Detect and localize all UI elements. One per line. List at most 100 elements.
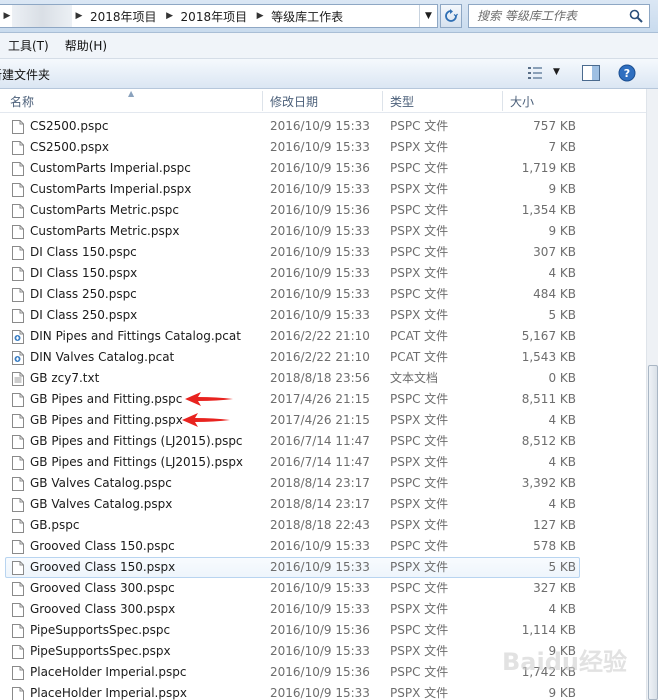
chevron-right-icon[interactable]: ▶	[253, 11, 267, 21]
file-name[interactable]: GB Pipes and Fitting.pspx	[30, 410, 183, 431]
file-date: 2016/10/9 15:33	[270, 119, 370, 133]
file-name[interactable]: GB Valves Catalog.pspx	[30, 494, 172, 515]
file-type: 文本文档	[390, 371, 439, 385]
file-name[interactable]: DI Class 150.pspc	[30, 242, 137, 263]
chevron-right-icon[interactable]: ▶	[72, 11, 86, 21]
baidu-watermark-logo: Baidu经验	[502, 648, 627, 676]
file-name[interactable]: DI Class 250.pspc	[30, 284, 137, 305]
menu-help[interactable]: 帮助(H)	[65, 37, 107, 54]
file-name[interactable]: CS2500.pspc	[30, 116, 108, 137]
file-name[interactable]: DIN Valves Catalog.pcat	[30, 347, 174, 368]
file-type: PSPC 文件	[390, 476, 449, 490]
file-type: PSPC 文件	[390, 434, 449, 448]
file-name[interactable]: PlaceHolder Imperial.pspc	[30, 662, 186, 683]
file-size: 9 KB	[548, 224, 576, 238]
column-type[interactable]: 类型	[384, 89, 502, 113]
view-dropdown-icon[interactable]: ▼	[553, 67, 560, 77]
file-row[interactable]: Grooved Class 300.pspx 2016/10/9 15:33 PSP…	[0, 599, 646, 620]
file-name[interactable]: PlaceHolder Imperial.pspx	[30, 683, 187, 700]
file-row[interactable]: DI Class 150.pspx 2016/10/9 15:33 PSPX 文件 4…	[0, 263, 646, 284]
file-row[interactable]: Grooved Class 150.pspc 2016/10/9 15:33 PSP…	[0, 536, 646, 557]
file-row[interactable]: CustomParts Imperial.pspx 2016/10/9 15:33…	[0, 179, 646, 200]
file-name[interactable]: Grooved Class 150.pspx	[30, 557, 175, 578]
breadcrumb-item-1[interactable]: 2018年项目	[86, 5, 163, 27]
search-icon[interactable]	[629, 9, 643, 23]
file-name[interactable]: CustomParts Imperial.pspx	[30, 179, 191, 200]
column-divider[interactable]	[382, 91, 383, 111]
file-name[interactable]: CustomParts Metric.pspx	[30, 221, 179, 242]
file-date: 2016/10/9 15:33	[270, 644, 370, 658]
file-row[interactable]: DIN Pipes and Fittings Catalog.pcat 2016/…	[0, 326, 646, 347]
chevron-right-icon[interactable]: ▶	[163, 11, 177, 21]
file-name[interactable]: DI Class 150.pspx	[30, 263, 137, 284]
breadcrumb-label[interactable]: 2018年项目	[177, 8, 254, 25]
file-name[interactable]: GB zcy7.txt	[30, 368, 99, 389]
file-row[interactable]: DI Class 150.pspc 2016/10/9 15:33 PSPC 文件 3…	[0, 242, 646, 263]
file-row[interactable]: Grooved Class 150.pspx 2016/10/9 15:33 PSP…	[0, 557, 646, 578]
address-dropdown-button[interactable]: ▼	[419, 5, 437, 27]
file-size: 8,511 KB	[521, 392, 576, 406]
file-row[interactable]: CustomParts Metric.pspc 2016/10/9 15:36 PS…	[0, 200, 646, 221]
vertical-scrollbar[interactable]	[646, 89, 658, 700]
file-name[interactable]: GB Valves Catalog.pspc	[30, 473, 172, 494]
breadcrumb-label[interactable]: 2018年项目	[86, 8, 163, 25]
scrollbar-thumb[interactable]	[648, 365, 658, 700]
file-row[interactable]: CustomParts Metric.pspx 2016/10/9 15:33 PS…	[0, 221, 646, 242]
file-date: 2016/10/9 15:33	[270, 308, 370, 322]
file-name[interactable]: CustomParts Metric.pspc	[30, 200, 179, 221]
file-row[interactable]: DI Class 250.pspc 2016/10/9 15:33 PSPC 文件 4…	[0, 284, 646, 305]
file-name[interactable]: CS2500.pspx	[30, 137, 109, 158]
file-name[interactable]: Grooved Class 300.pspc	[30, 578, 175, 599]
breadcrumb-start[interactable]: ▶	[0, 5, 12, 27]
file-row[interactable]: GB Pipes and Fittings (LJ2015).pspc 2016/…	[0, 431, 646, 452]
file-date: 2016/10/9 15:36	[270, 203, 370, 217]
file-row[interactable]: GB Pipes and Fitting.pspc 2017/4/26 21:15…	[0, 389, 646, 410]
file-name[interactable]: DIN Pipes and Fittings Catalog.pcat	[30, 326, 241, 347]
file-type: PSPX 文件	[390, 686, 449, 700]
file-row[interactable]: CS2500.pspc 2016/10/9 15:33 PSPC 文件 757 KB	[0, 116, 646, 137]
file-name[interactable]: GB Pipes and Fitting.pspc	[30, 389, 182, 410]
file-name[interactable]: PipeSupportsSpec.pspx	[30, 641, 171, 662]
file-row[interactable]: Grooved Class 300.pspc 2016/10/9 15:33 PSP…	[0, 578, 646, 599]
file-row[interactable]: GB Valves Catalog.pspx 2018/8/14 23:17 PSP…	[0, 494, 646, 515]
file-name[interactable]: CustomParts Imperial.pspc	[30, 158, 191, 179]
breadcrumb[interactable]: ▶ ▶ 2018年项目 ▶ 2018年项目 ▶ 等级库工作表 ▼	[0, 4, 438, 28]
column-divider[interactable]	[262, 91, 263, 111]
file-name[interactable]: GB.pspc	[30, 515, 79, 536]
file-row[interactable]: CustomParts Imperial.pspc 2016/10/9 15:36…	[0, 158, 646, 179]
file-row[interactable]: GB.pspc 2018/8/18 22:43 PSPX 文件 127 KB	[0, 515, 646, 536]
new-folder-button[interactable]: 新建文件夹	[0, 66, 50, 83]
menu-tools[interactable]: 工具(T)	[8, 37, 49, 54]
column-divider[interactable]	[502, 91, 503, 111]
breadcrumb-label[interactable]: 等级库工作表	[267, 8, 349, 25]
file-name[interactable]: DI Class 250.pspx	[30, 305, 137, 326]
file-name[interactable]: Grooved Class 300.pspx	[30, 599, 175, 620]
file-row[interactable]: GB Valves Catalog.pspc 2018/8/14 23:17 PSP…	[0, 473, 646, 494]
column-date[interactable]: 修改日期	[264, 89, 382, 113]
breadcrumb-item-2[interactable]: 2018年项目	[177, 5, 254, 27]
blurred-crumb	[12, 5, 72, 27]
file-name[interactable]: GB Pipes and Fittings (LJ2015).pspc	[30, 431, 243, 452]
column-size[interactable]: 大小	[504, 89, 584, 113]
breadcrumb-item-3[interactable]: 等级库工作表	[267, 5, 349, 27]
file-row[interactable]: DI Class 250.pspx 2016/10/9 15:33 PSPX 文件 5…	[0, 305, 646, 326]
file-name[interactable]: Grooved Class 150.pspc	[30, 536, 175, 557]
refresh-button[interactable]	[440, 4, 462, 28]
file-row[interactable]: GB zcy7.txt 2018/8/18 23:56 文本文档 0 KB	[0, 368, 646, 389]
preview-pane-icon[interactable]	[582, 65, 600, 81]
column-header: ▲ 名称 修改日期 类型 大小	[0, 89, 646, 113]
file-row[interactable]: CS2500.pspx 2016/10/9 15:33 PSPX 文件 7 KB	[0, 137, 646, 158]
file-icon	[12, 456, 24, 470]
help-icon[interactable]: ?	[618, 64, 636, 82]
file-row[interactable]: GB Pipes and Fitting.pspx 2017/4/26 21:15…	[0, 410, 646, 431]
column-name[interactable]: 名称	[4, 89, 262, 113]
search-input[interactable]	[469, 9, 619, 23]
search-box[interactable]	[468, 4, 650, 28]
file-type: PSPX 文件	[390, 413, 449, 427]
file-name[interactable]: GB Pipes and Fittings (LJ2015).pspx	[30, 452, 243, 473]
view-options-icon[interactable]	[528, 67, 544, 79]
file-row[interactable]: DIN Valves Catalog.pcat 2016/2/22 21:10 PC…	[0, 347, 646, 368]
file-row[interactable]: GB Pipes and Fittings (LJ2015).pspx 2016/…	[0, 452, 646, 473]
chevron-right-icon[interactable]: ▶	[2, 11, 12, 21]
file-name[interactable]: PipeSupportsSpec.pspc	[30, 620, 170, 641]
